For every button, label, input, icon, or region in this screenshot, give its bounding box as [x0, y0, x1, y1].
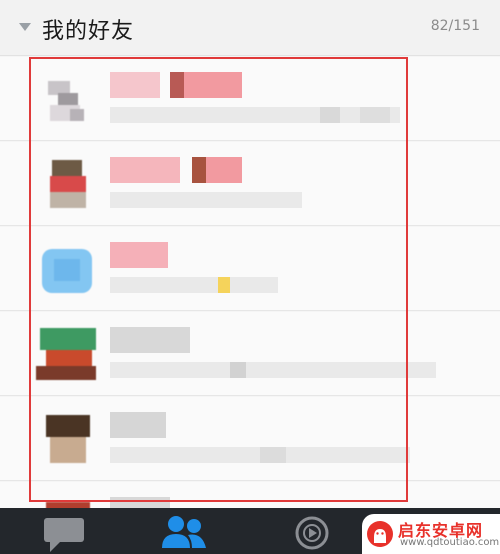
online-count: 82/151 — [430, 18, 480, 34]
friend-avatar — [36, 496, 98, 508]
friend-status-redacted — [110, 447, 410, 463]
friend-row[interactable] — [0, 397, 500, 481]
friend-name-redacted — [110, 412, 166, 438]
friend-name-redacted — [110, 157, 242, 183]
friend-name-redacted — [110, 327, 190, 353]
contacts-icon — [162, 516, 206, 548]
tab-contacts[interactable] — [130, 508, 240, 554]
friend-avatar — [36, 71, 98, 133]
friend-status-redacted — [110, 192, 302, 208]
play-circle-icon — [295, 516, 329, 550]
friend-group-header[interactable]: 我的好友 82/151 — [0, 0, 500, 56]
collapse-triangle-icon[interactable] — [19, 23, 31, 31]
friend-row[interactable] — [0, 57, 500, 141]
friend-row[interactable] — [0, 312, 500, 396]
friend-row[interactable] — [0, 142, 500, 226]
site-watermark: 启东安卓网 www.qdtoutiao.com — [362, 514, 500, 554]
friend-name-redacted — [110, 497, 170, 508]
friend-row[interactable] — [0, 227, 500, 311]
friend-list[interactable] — [0, 57, 500, 508]
friend-avatar — [36, 156, 98, 218]
chat-bubble-icon — [44, 518, 84, 552]
friend-avatar — [36, 241, 98, 303]
friend-name-redacted — [110, 242, 168, 268]
friend-status-redacted — [110, 277, 278, 293]
android-logo-icon — [367, 521, 393, 547]
tab-dynamic[interactable] — [255, 508, 365, 554]
group-title: 我的好友 — [42, 19, 135, 44]
friend-avatar — [36, 411, 98, 473]
friend-status-redacted — [110, 107, 400, 123]
friend-row[interactable] — [0, 482, 500, 508]
friend-avatar — [36, 326, 98, 388]
tab-messages[interactable] — [10, 508, 120, 554]
friend-name-redacted — [110, 72, 242, 98]
watermark-url: www.qdtoutiao.com — [400, 537, 500, 548]
friend-status-redacted — [110, 362, 436, 378]
